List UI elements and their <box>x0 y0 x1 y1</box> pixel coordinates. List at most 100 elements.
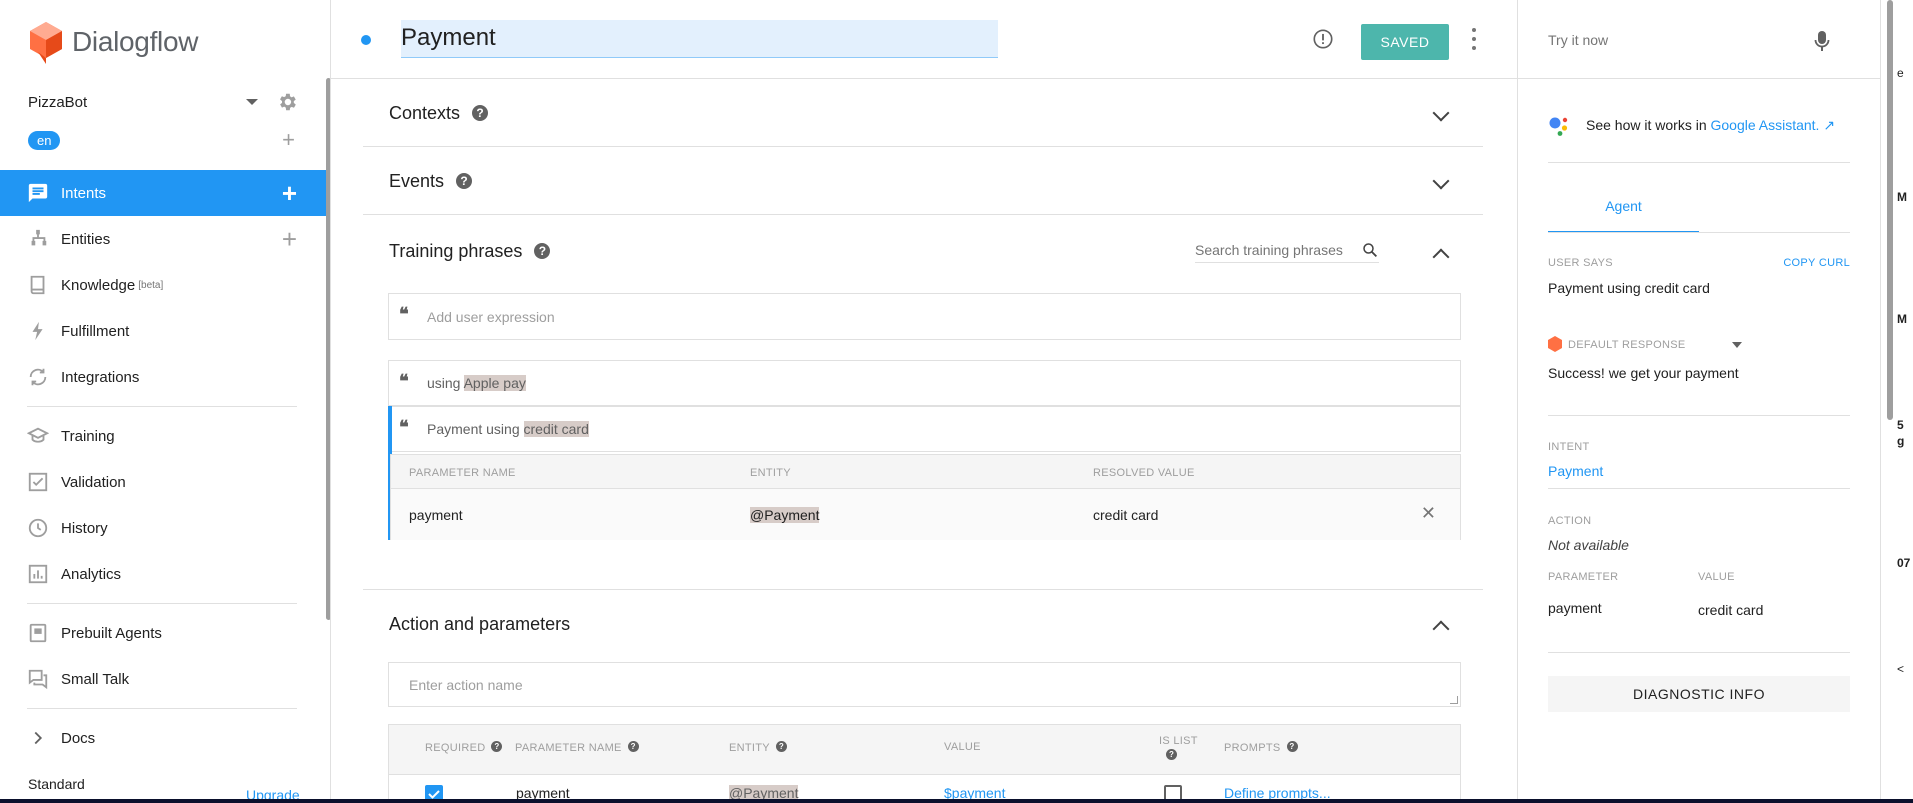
sidebar-item-prebuilt-agents[interactable]: Prebuilt Agents <box>0 610 327 656</box>
page-scroll-track <box>1880 0 1913 803</box>
microphone-icon[interactable] <box>1814 30 1830 52</box>
help-icon[interactable]: ? <box>1286 741 1298 752</box>
gear-icon[interactable] <box>276 91 298 113</box>
parameter-name[interactable]: payment <box>409 507 463 523</box>
sidebar-item-knowledge[interactable]: Knowledge [beta] <box>0 262 327 308</box>
edge-fragment: e <box>1897 66 1904 80</box>
chevron-right-icon <box>27 727 49 749</box>
parameter-label: PARAMETER <box>1548 571 1619 583</box>
chevron-down-icon[interactable] <box>1432 104 1450 122</box>
sync-icon <box>27 366 49 388</box>
chevron-up-icon[interactable] <box>1432 248 1450 266</box>
add-language-icon[interactable]: + <box>282 127 295 153</box>
matched-intent-link[interactable]: Payment <box>1548 463 1603 479</box>
column-header: ENTITY <box>750 467 791 479</box>
alert-icon[interactable] <box>1312 28 1334 50</box>
edge-fragment: M <box>1897 190 1907 204</box>
sidebar-item-label: Entities <box>61 230 111 248</box>
quote-icon: ❝ <box>399 371 409 392</box>
intent-name-input[interactable]: Payment <box>401 20 998 58</box>
add-user-expression-input[interactable]: ❝ Add user expression <box>388 293 1461 340</box>
training-phrase-row[interactable]: ❝ Payment using credit card <box>388 406 1461 452</box>
chevron-down-icon[interactable] <box>1432 172 1450 190</box>
sidebar-item-label: Prebuilt Agents <box>61 624 162 642</box>
sidebar-item-fulfillment[interactable]: Fulfillment <box>0 308 327 354</box>
divider <box>1548 652 1850 653</box>
sidebar-item-label: Analytics <box>61 565 122 583</box>
parameter-entity[interactable]: @Payment <box>750 507 820 523</box>
help-icon[interactable]: ? <box>456 173 473 189</box>
action-value: Not available <box>1548 537 1629 553</box>
language-chip[interactable]: en <box>28 130 61 150</box>
external-link-icon[interactable]: ↗ <box>1819 117 1835 133</box>
page-scrollbar[interactable] <box>1887 0 1893 420</box>
help-icon[interactable]: ? <box>491 741 503 752</box>
column-header: PARAMETER NAME? <box>515 741 639 754</box>
section-title: Action and parameters <box>389 614 571 634</box>
plan-label: Standard <box>28 776 85 792</box>
diagnostic-info-button[interactable]: DIAGNOSTIC INFO <box>1548 676 1850 712</box>
copy-curl-link[interactable]: COPY CURL <box>1783 257 1850 269</box>
help-icon[interactable]: ? <box>472 105 489 121</box>
sidebar-item-label: Training <box>61 427 115 445</box>
tab-divider <box>1548 232 1850 233</box>
google-assistant-icon <box>1549 117 1568 136</box>
events-section[interactable]: Events? <box>363 147 1483 215</box>
intent-editor: Contexts? Events? Training phrases? Sear… <box>331 79 1517 803</box>
nav-divider <box>27 406 297 407</box>
sidebar-item-small-talk[interactable]: Small Talk <box>0 656 327 702</box>
sidebar-item-analytics[interactable]: Analytics <box>0 551 327 597</box>
sidebar-nav: Intents + Entities + Knowledge [beta] Ful… <box>0 170 327 761</box>
intent-header: Payment SAVED <box>331 0 1517 79</box>
help-icon[interactable]: ? <box>534 243 551 259</box>
section-title: Events? <box>389 171 473 192</box>
google-assistant-link[interactable]: Google Assistant. <box>1711 117 1820 133</box>
agent-dropdown-icon[interactable] <box>246 99 258 105</box>
add-entity-icon[interactable]: + <box>282 226 297 252</box>
save-button[interactable]: SAVED <box>1361 24 1449 60</box>
value-label: VALUE <box>1698 571 1735 583</box>
graduation-cap-icon <box>27 425 49 447</box>
quote-icon: ❝ <box>399 304 409 325</box>
hierarchy-icon <box>27 228 49 250</box>
divider <box>1548 415 1850 416</box>
response-dropdown-icon[interactable] <box>1732 342 1742 348</box>
action-parameters-table: REQUIRED? PARAMETER NAME? ENTITY? VALUE … <box>388 724 1461 803</box>
taskbar-strip <box>0 799 1913 803</box>
bar-chart-icon <box>27 563 49 585</box>
help-icon[interactable]: ? <box>627 741 639 752</box>
sidebar-item-integrations[interactable]: Integrations <box>0 354 327 400</box>
search-icon[interactable] <box>1361 241 1379 259</box>
sidebar-item-training[interactable]: Training <box>0 413 327 459</box>
action-name-input[interactable]: Enter action name <box>388 662 1461 707</box>
sidebar-item-entities[interactable]: Entities + <box>0 216 327 262</box>
try-it-input[interactable]: Try it now <box>1518 0 1881 79</box>
agent-book-icon <box>27 622 49 644</box>
sidebar-item-history[interactable]: History <box>0 505 327 551</box>
column-header: PROMPTS? <box>1224 741 1298 754</box>
training-phrase-row[interactable]: ❝ using Apple pay <box>388 360 1461 406</box>
help-icon[interactable]: ? <box>775 741 787 752</box>
dialogflow-logo[interactable]: Dialogflow <box>28 20 198 64</box>
chevron-up-icon[interactable] <box>1432 620 1450 638</box>
sidebar-item-label: History <box>61 519 108 537</box>
sidebar-item-validation[interactable]: Validation <box>0 459 327 505</box>
clock-icon <box>27 517 49 539</box>
entity-annotation[interactable]: Apple pay <box>463 375 526 391</box>
nav-divider <box>27 603 297 604</box>
chat-bubbles-icon <box>27 668 49 690</box>
google-assistant-text: See how it works in Google Assistant. ↗ <box>1586 117 1836 133</box>
add-intent-icon[interactable]: + <box>282 180 297 206</box>
entity-annotation[interactable]: credit card <box>523 421 589 437</box>
help-icon[interactable]: ? <box>1166 749 1177 762</box>
resize-handle[interactable] <box>1450 696 1458 704</box>
sidebar-item-intents[interactable]: Intents + <box>0 170 327 216</box>
sidebar-item-docs[interactable]: Docs <box>0 715 327 761</box>
more-options-icon[interactable] <box>1471 28 1477 50</box>
training-phrase-search[interactable]: Search training phrases <box>1195 237 1379 263</box>
agent-selector[interactable]: PizzaBot <box>28 92 298 112</box>
tab-agent[interactable]: Agent <box>1548 195 1699 233</box>
training-phrase-text: Payment using credit card <box>427 421 589 437</box>
close-icon[interactable]: ✕ <box>1421 503 1436 524</box>
contexts-section[interactable]: Contexts? <box>363 79 1483 147</box>
